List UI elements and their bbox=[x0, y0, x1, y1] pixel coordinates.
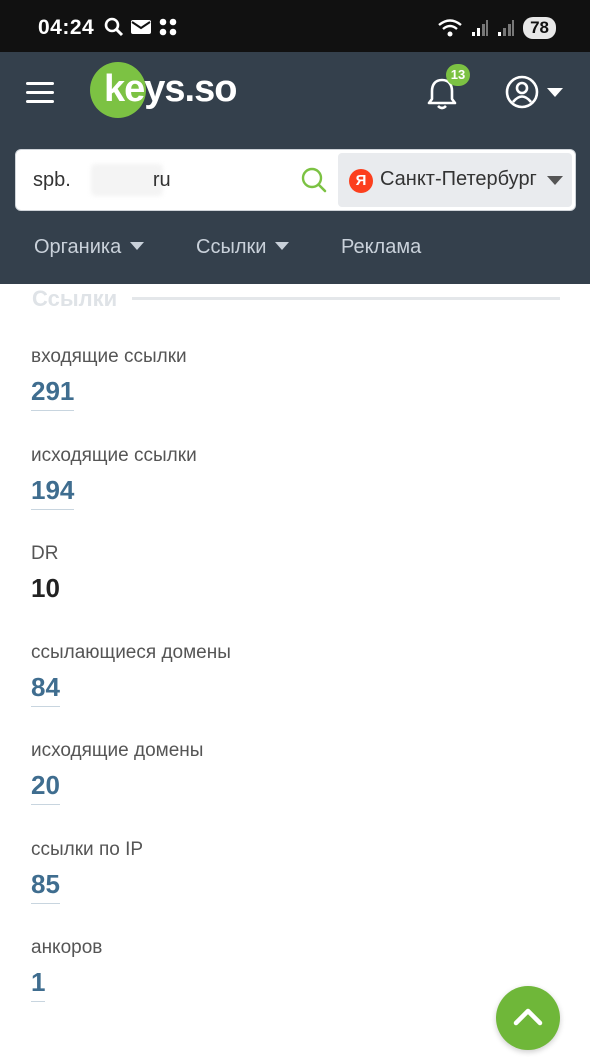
nav-item-links[interactable]: Ссылки bbox=[196, 236, 290, 259]
nav-label: Органика bbox=[34, 236, 122, 258]
nav-item-organic[interactable]: Органика bbox=[34, 236, 145, 259]
search-icon[interactable] bbox=[300, 166, 328, 194]
search-value-prefix: spb. bbox=[33, 169, 71, 191]
nav-item-ads[interactable]: Реклама bbox=[341, 236, 421, 259]
search-status-icon bbox=[104, 17, 124, 37]
chevron-down-icon[interactable] bbox=[547, 88, 563, 97]
search-value-suffix: ru bbox=[152, 169, 171, 191]
status-time: 04:24 bbox=[38, 16, 95, 39]
metric-label: входящие ссылки bbox=[31, 346, 187, 367]
nav-label: Реклама bbox=[341, 236, 422, 258]
metric-value-link[interactable]: 291 bbox=[31, 376, 75, 411]
main-nav: Органика Ссылки Реклама bbox=[0, 228, 590, 268]
chevron-up-icon bbox=[513, 1008, 543, 1026]
section-title: Ссылки bbox=[32, 286, 118, 311]
metric-value-link[interactable]: 20 bbox=[31, 770, 60, 805]
status-bar: 04:24 78 bbox=[0, 0, 590, 52]
logo[interactable]: keys.so bbox=[88, 60, 248, 120]
metric-label: исходящие ссылки bbox=[31, 445, 197, 466]
metric-value-link[interactable]: 84 bbox=[31, 672, 60, 707]
user-icon[interactable] bbox=[504, 74, 540, 110]
metric-label: анкоров bbox=[31, 937, 103, 958]
chevron-down-icon bbox=[130, 241, 145, 250]
signal-icon-1 bbox=[472, 20, 489, 36]
region-select[interactable]: Я Санкт-Петербург bbox=[338, 153, 572, 207]
apps-status-icon bbox=[159, 18, 177, 36]
region-label: Санкт-Петербург bbox=[380, 168, 537, 190]
mail-status-icon bbox=[131, 20, 151, 34]
metric-label: ссылки по IP bbox=[31, 839, 144, 860]
section-divider bbox=[132, 297, 560, 300]
menu-icon[interactable] bbox=[26, 82, 54, 104]
yandex-icon: Я bbox=[349, 169, 373, 193]
metric-label: ссылающиеся домены bbox=[31, 642, 231, 663]
metric-value-link[interactable]: 194 bbox=[31, 475, 75, 510]
chevron-down-icon bbox=[547, 176, 563, 185]
wifi-icon bbox=[438, 19, 462, 37]
battery-level: 78 bbox=[523, 17, 556, 39]
logo-text: keys.so bbox=[104, 68, 237, 110]
nav-label: Ссылки bbox=[196, 236, 267, 258]
metric-value-link[interactable]: 85 bbox=[31, 869, 60, 904]
metric-label: исходящие домены bbox=[31, 740, 204, 761]
signal-icon-2 bbox=[498, 20, 515, 36]
notification-badge: 13 bbox=[446, 64, 470, 86]
search-input[interactable]: spb. ru bbox=[16, 150, 326, 210]
metric-value-link[interactable]: 1 bbox=[31, 967, 46, 1002]
chevron-down-icon bbox=[275, 241, 290, 250]
search-box: spb. ru Я Санкт-Петербург bbox=[15, 149, 576, 211]
scroll-to-top-button[interactable] bbox=[496, 986, 560, 1050]
metric-label: DR bbox=[31, 543, 59, 564]
app-header: keys.so 13 spb. ru Я Санкт-Петербург Орга… bbox=[0, 52, 590, 284]
metric-value: 10 bbox=[31, 573, 60, 603]
